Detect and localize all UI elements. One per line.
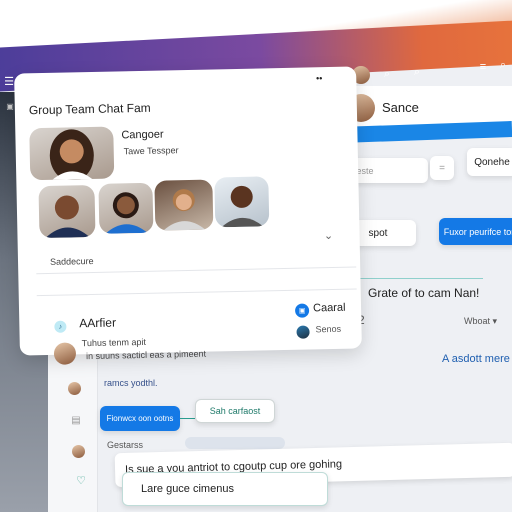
author-name: AArfier: [79, 315, 117, 331]
heart-icon[interactable]: ♡: [75, 474, 87, 487]
placeholder-bar: [185, 437, 285, 449]
divider: [36, 266, 357, 275]
right-button[interactable]: Qonehe: [467, 148, 512, 176]
more-icon[interactable]: ••: [312, 73, 326, 83]
action-send[interactable]: Senos: [315, 324, 341, 335]
message-line: in suuns sacticl eas a pimeent: [85, 348, 207, 362]
chat-line: ramcs yodthl.: [104, 378, 158, 388]
menu-icon[interactable]: ≡: [476, 60, 490, 74]
divider: [355, 278, 483, 279]
search-icon[interactable]: ⌕: [410, 64, 424, 80]
sort-dropdown[interactable]: Wboat ▾: [464, 316, 497, 327]
dropdown-label: Wboat: [464, 316, 491, 326]
featured-photo[interactable]: [29, 126, 115, 181]
more-link[interactable]: A asdott mere: [442, 353, 510, 365]
search-icon[interactable]: ⌕: [496, 58, 510, 72]
section-label: Saddecure: [49, 255, 94, 267]
search-icon[interactable]: ⌕: [380, 66, 394, 82]
avatar: [296, 325, 310, 339]
featured-name: Cangoer: [121, 128, 164, 142]
member-photo[interactable]: [98, 182, 154, 234]
member-photo[interactable]: [214, 176, 270, 228]
info-icon: ♪: [54, 320, 67, 333]
member-photo[interactable]: [38, 184, 96, 239]
calendar-icon[interactable]: ▣: [294, 303, 310, 318]
avatar[interactable]: [68, 382, 81, 395]
chevron-down-icon[interactable]: ⌄: [322, 229, 334, 241]
member-photo[interactable]: [154, 179, 214, 231]
label: Gestarss: [107, 440, 144, 450]
popup-title: Group Team Chat Fam: [28, 100, 151, 118]
filter-button[interactable]: =: [430, 156, 454, 180]
chat-sidebar: [48, 350, 98, 512]
inbox-icon[interactable]: ▤: [70, 414, 82, 426]
avatar[interactable]: [72, 445, 85, 458]
featured-role: Tawe Tessper: [123, 145, 179, 157]
blue-bubble[interactable]: Fionwcx oon ootns: [100, 406, 180, 431]
suggestion-item[interactable]: Lare guce cimenus: [122, 472, 328, 506]
message-line: Tuhus tenm apit: [81, 336, 147, 349]
action-cancel[interactable]: Caaral: [313, 302, 346, 315]
user-name: Sance: [382, 100, 419, 115]
divider: [36, 288, 357, 297]
chevron-down-icon: ▾: [492, 316, 498, 326]
primary-button[interactable]: Fuxor peurifce tor: [439, 218, 512, 245]
group-chat-popup: •• Group Team Chat Fam Cangoer Tawe Tess…: [14, 66, 362, 365]
outline-bubble[interactable]: Sah carfaost: [195, 399, 275, 423]
section-heading: Grate of to cam Nan!: [368, 286, 480, 300]
connector: [180, 418, 195, 419]
